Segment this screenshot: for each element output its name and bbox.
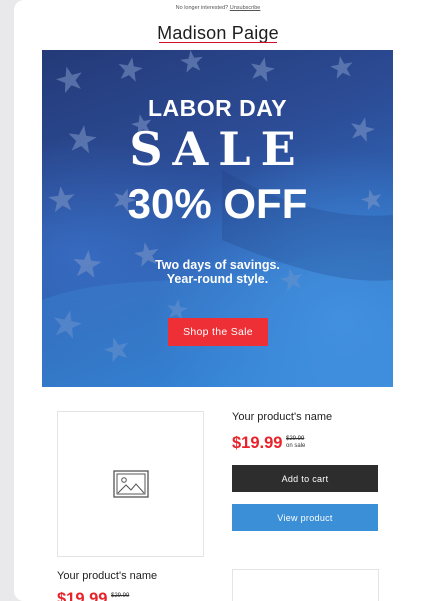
brand-underline [159,42,277,43]
product-price-2: $19.99 [57,590,108,601]
product-old-price-1: $29.99 [286,436,305,442]
product-price-1: $19.99 [232,434,283,452]
add-to-cart-button[interactable]: Add to cart [232,465,378,492]
hero-line-discount: 30% OFF [127,180,308,227]
hero-line-labor-day: LABOR DAY [147,95,288,121]
hero-subtitle-1: Two days of savings. [155,258,280,272]
hero-line-sale: SALE [129,122,306,176]
view-product-button[interactable]: View product [232,504,378,531]
brand-logo[interactable]: Madison Paige [14,23,422,44]
product-name-1[interactable]: Your product's name [232,411,332,423]
unsubscribe-link[interactable]: Unsubscribe [230,5,261,11]
preheader: No longer interested? Unsubscribe [14,5,422,11]
email-card: No longer interested? Unsubscribe Madiso… [14,0,422,601]
shop-the-sale-button[interactable]: Shop the Sale [168,318,268,346]
hero-subtitle-2: Year-round style. [166,272,269,286]
hero-banner[interactable]: LABOR DAY SALE 30% OFF Two days of savin… [42,50,393,387]
product-sale-note-1: on sale [286,443,306,449]
product-image-2[interactable] [232,569,379,601]
product-image-1[interactable] [57,411,204,557]
product-old-price-block-1: $29.99 on sale [286,436,305,450]
image-placeholder-icon [112,470,149,498]
preheader-text: No longer interested? [175,5,229,11]
product-old-price-block-2: $29.99 [111,593,129,600]
product-name-2[interactable]: Your product's name [57,570,157,582]
product-old-price-2: $29.99 [111,593,130,599]
